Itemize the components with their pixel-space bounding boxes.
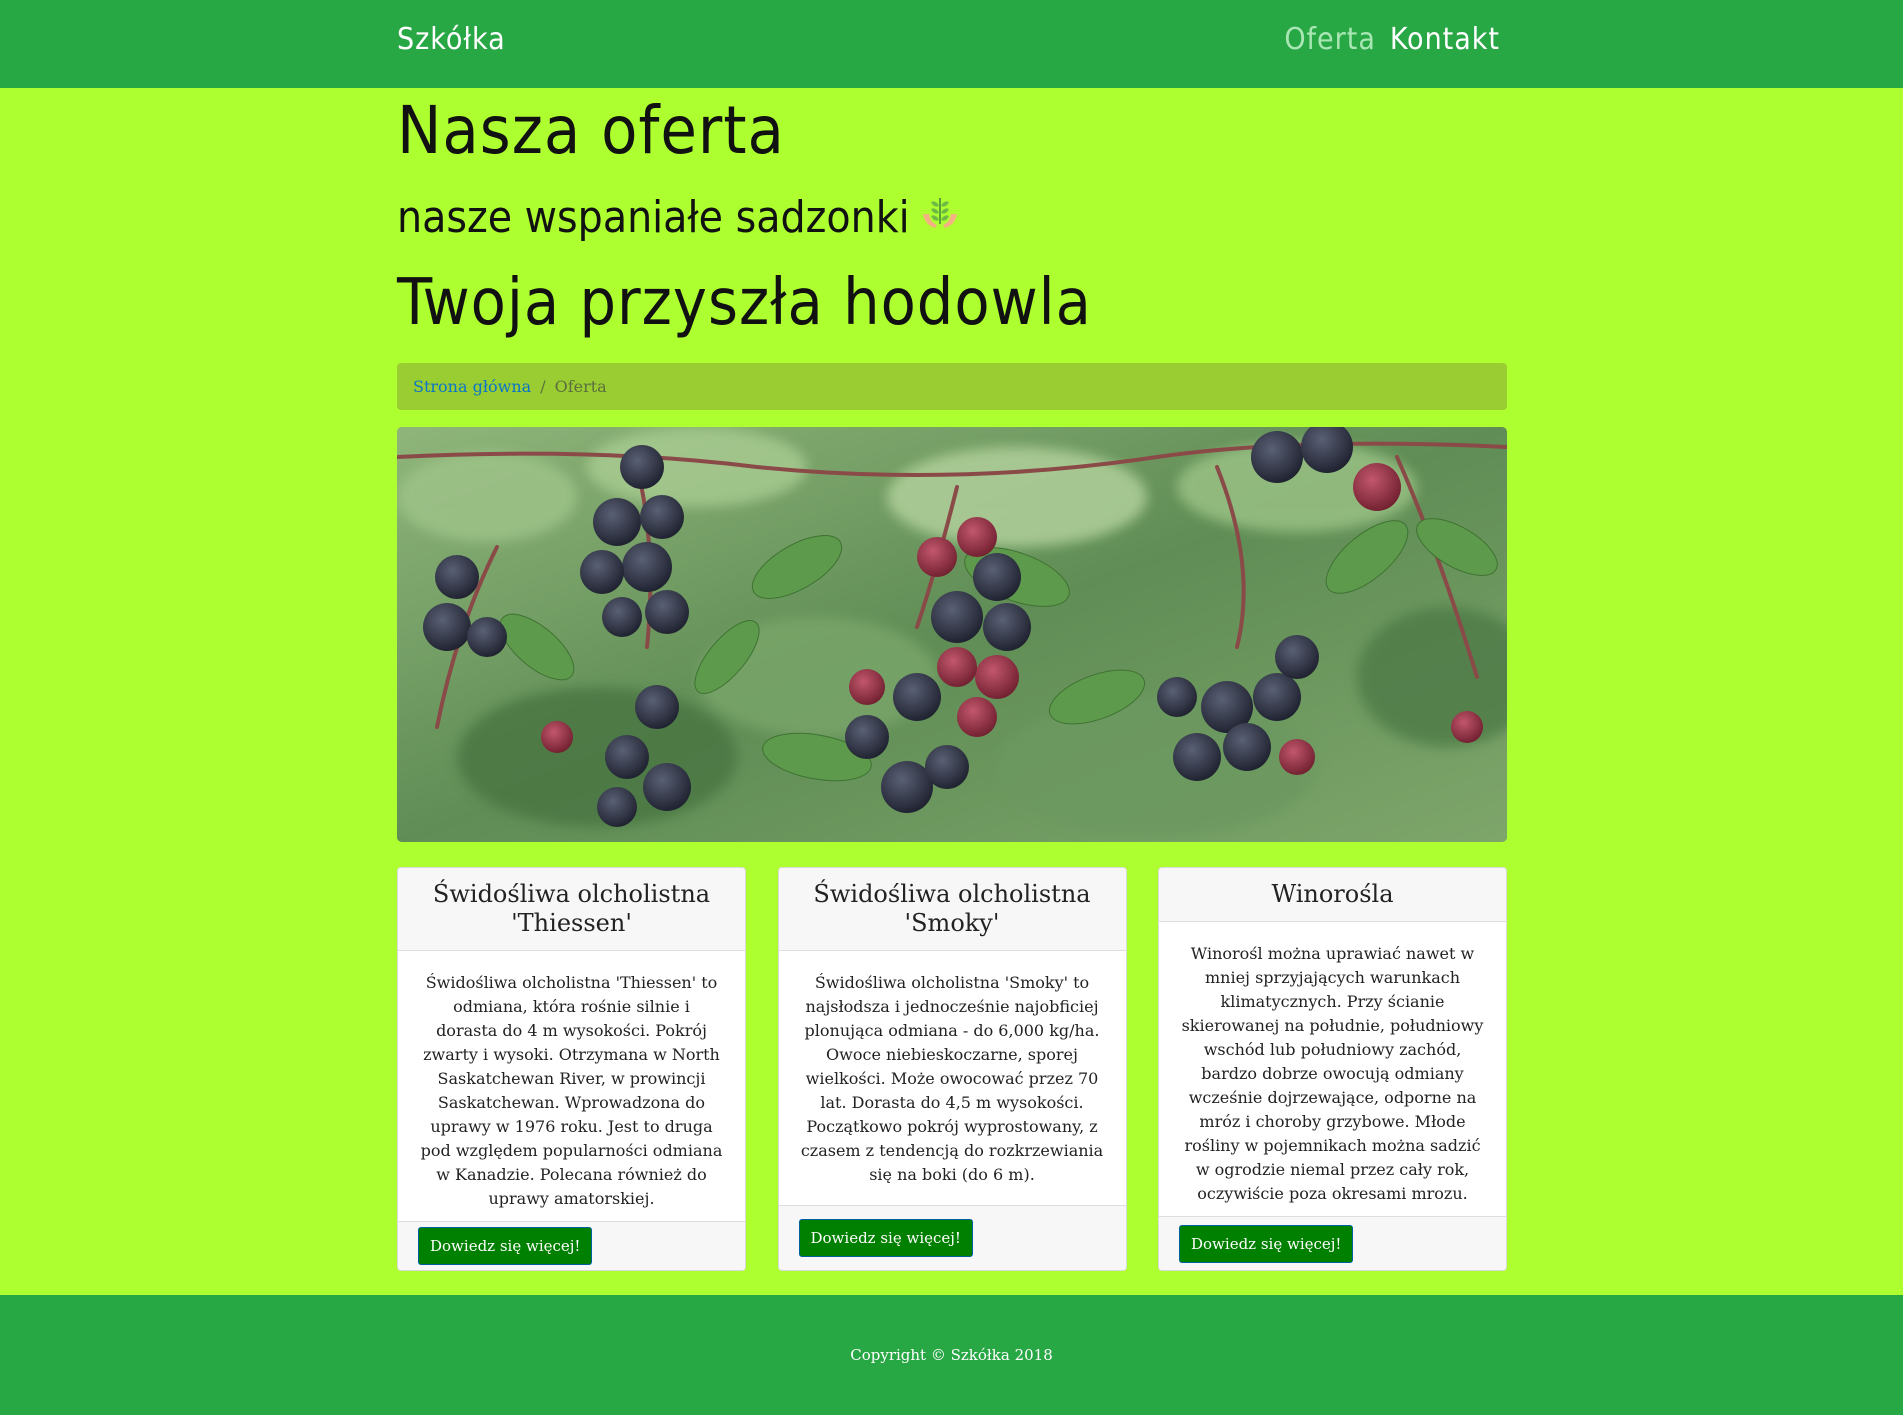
offer-card: Świdośliwa olcholistna 'Smoky' Świdośliw… <box>777 867 1127 1271</box>
nav-links: Oferta Kontakt <box>1284 22 1500 57</box>
page-title: Nasza oferta <box>397 92 785 169</box>
navbar: Szkółka Oferta Kontakt <box>0 0 1903 88</box>
card-description: Świdośliwa olcholistna 'Smoky' to najsło… <box>800 973 1104 1184</box>
offer-card: Winorośla Winorośl można uprawiać nawet … <box>1158 867 1507 1271</box>
learn-more-button[interactable]: Dowiedz się więcej! <box>418 1227 593 1265</box>
page-subtitle-text: nasze wspaniałe sadzonki <box>397 192 910 243</box>
breadcrumb-home-link[interactable]: Strona główna <box>413 377 531 396</box>
page-tagline: Twoja przyszła hodowla <box>397 266 1092 340</box>
hero-image <box>397 427 1507 842</box>
footer: Copyright © Szkółka 2018 <box>0 1295 1903 1415</box>
card-footer: Dowiedz się więcej! <box>1159 1216 1506 1270</box>
page-subtitle: nasze wspaniałe sadzonki <box>397 192 1507 243</box>
card-footer: Dowiedz się więcej! <box>778 1205 1126 1270</box>
card-title: Świdośliwa olcholistna 'Thiessen' <box>398 868 745 951</box>
offer-cards: Świdośliwa olcholistna 'Thiessen' Świdoś… <box>397 867 1507 1271</box>
breadcrumb-separator: / <box>540 377 546 396</box>
nav-link-kontakt[interactable]: Kontakt <box>1390 22 1500 57</box>
learn-more-button[interactable]: Dowiedz się więcej! <box>1179 1224 1354 1263</box>
card-title: Świdośliwa olcholistna 'Smoky' <box>778 868 1126 951</box>
offer-card: Świdośliwa olcholistna 'Thiessen' Świdoś… <box>397 867 746 1271</box>
learn-more-button[interactable]: Dowiedz się więcej! <box>798 1219 973 1257</box>
card-description: Świdośliwa olcholistna 'Thiessen' to odm… <box>420 973 723 1208</box>
copyright-text: Copyright © Szkółka 2018 <box>850 1346 1053 1364</box>
card-title: Winorośla <box>1159 868 1506 922</box>
card-description: Winorośl można uprawiać nawet w mniej sp… <box>1181 944 1484 1203</box>
card-footer: Dowiedz się więcej! <box>398 1221 745 1270</box>
breadcrumb-current: Oferta <box>554 377 607 396</box>
seedling-hands-icon <box>920 192 960 243</box>
breadcrumb: Strona główna / Oferta <box>397 363 1507 410</box>
nav-link-oferta[interactable]: Oferta <box>1284 22 1376 57</box>
berries-photo <box>397 427 1507 842</box>
brand-link[interactable]: Szkółka <box>397 22 506 57</box>
